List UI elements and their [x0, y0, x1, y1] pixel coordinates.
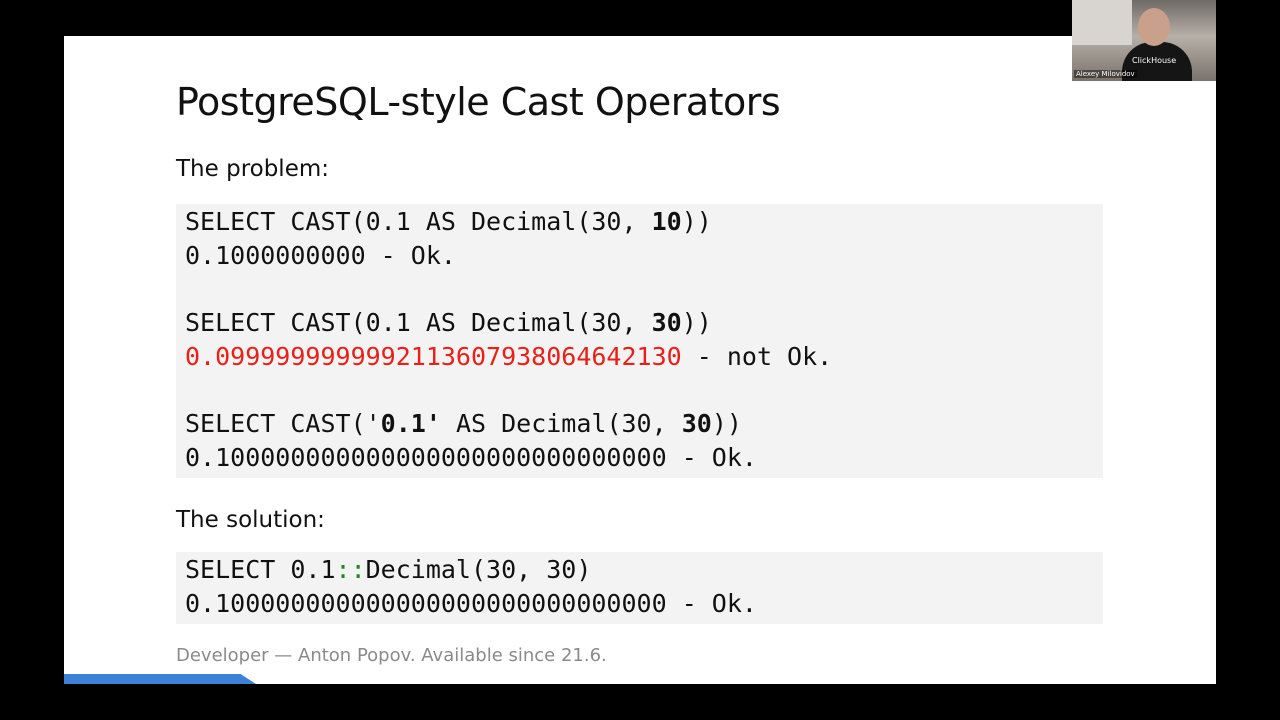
- code-line-error: 0.0999999999992113607938064642130 - not …: [185, 341, 833, 371]
- presenter-name-label: Alexey Milovidov: [1074, 70, 1137, 78]
- code-line: 0.100000000000000000000000000000 - Ok.: [185, 442, 757, 472]
- slide-footer: Developer — Anton Popov. Available since…: [176, 645, 607, 666]
- shirt-logo: ClickHouse: [1132, 56, 1177, 65]
- code-line: SELECT CAST(0.1 AS Decimal(30, 30)): [185, 308, 712, 338]
- error-value: 0.0999999999992113607938064642130: [185, 341, 682, 371]
- code-line: 0.1000000000 - Ok.: [185, 240, 456, 270]
- cast-operator: ::: [335, 555, 366, 584]
- code-line: 0.100000000000000000000000000000 - Ok.: [185, 588, 757, 618]
- solution-code-block: SELECT 0.1::Decimal(30, 30) 0.1000000000…: [176, 552, 1103, 624]
- webcam-overlay: ClickHouse Alexey Milovidov: [1072, 0, 1216, 81]
- solution-label: The solution:: [176, 507, 325, 533]
- code-line: SELECT CAST(0.1 AS Decimal(30, 10)): [185, 207, 712, 236]
- problem-code-block: SELECT CAST(0.1 AS Decimal(30, 10)) 0.10…: [176, 204, 1103, 478]
- accent-bar: [64, 674, 256, 684]
- slide: PostgreSQL-style Cast Operators The prob…: [64, 36, 1216, 684]
- code-line: SELECT CAST('0.1' AS Decimal(30, 30)): [185, 409, 742, 439]
- presenter-head: [1138, 8, 1170, 46]
- problem-label: The problem:: [176, 156, 330, 182]
- code-line: SELECT 0.1::Decimal(30, 30): [185, 555, 592, 584]
- slide-title: PostgreSQL-style Cast Operators: [176, 80, 781, 124]
- background-window: [1072, 0, 1132, 45]
